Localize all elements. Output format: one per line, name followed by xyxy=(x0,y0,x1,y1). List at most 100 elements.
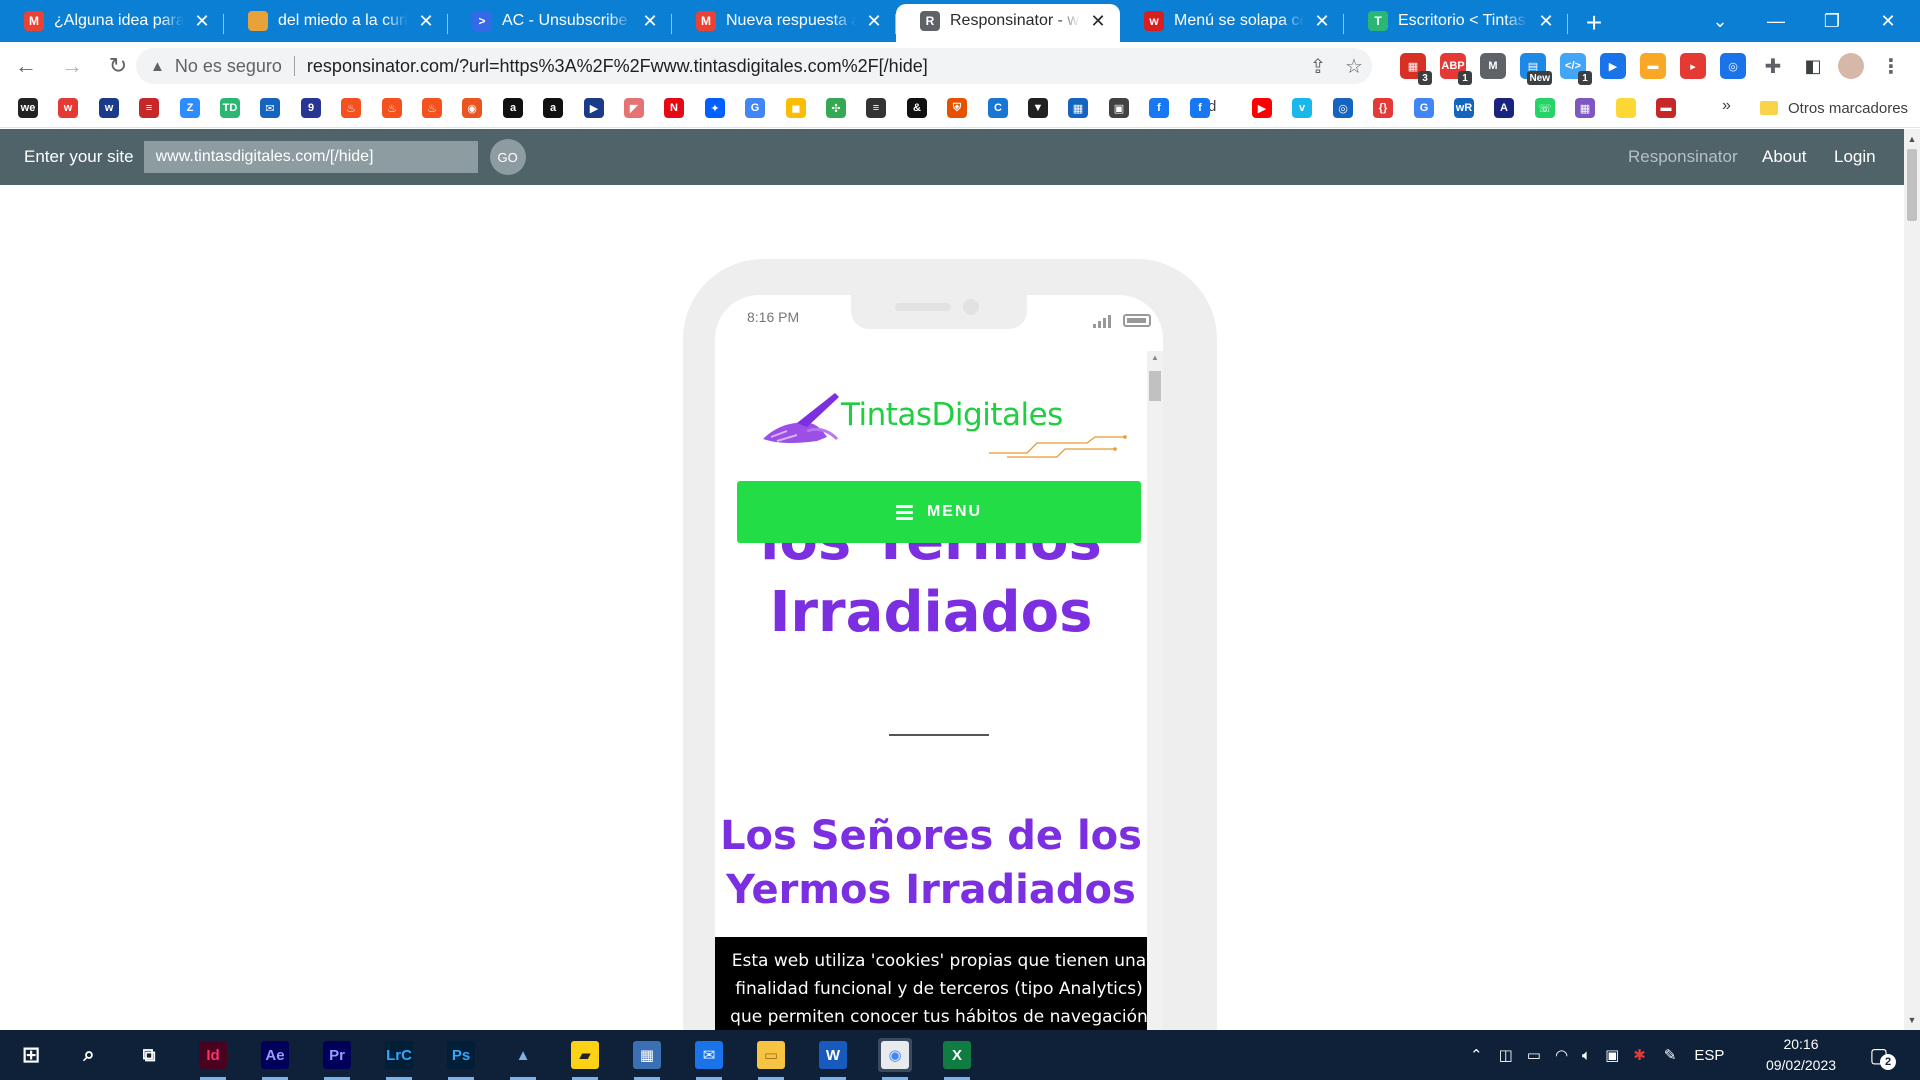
nav-about[interactable]: About xyxy=(1762,129,1806,185)
go-button[interactable]: GO xyxy=(489,139,526,175)
vimeo-bookmark-icon[interactable]: v xyxy=(1292,98,1312,118)
whatsapp-bookmark-icon[interactable]: ☏ xyxy=(1535,98,1555,118)
windows-start-icon[interactable]: ⊞ xyxy=(14,1038,48,1072)
file-explorer-app-icon[interactable]: ▭ xyxy=(754,1038,788,1080)
browser-tab[interactable]: > AC - Unsubscribe ✕ xyxy=(448,4,672,42)
chrome-app-icon[interactable]: ◉ xyxy=(878,1038,912,1080)
photoshop-app-icon[interactable]: Ps xyxy=(444,1038,478,1080)
word-app-icon[interactable]: W xyxy=(816,1038,850,1080)
mail-bookmark-icon[interactable]: ✉ xyxy=(260,98,280,118)
close-window-icon[interactable]: ✕ xyxy=(1860,0,1916,42)
tab-close-icon[interactable]: ✕ xyxy=(192,11,212,32)
bookmarks-overflow-icon[interactable]: » xyxy=(1722,97,1731,115)
url-text[interactable]: responsinator.com/?url=https%3A%2F%2Fwww… xyxy=(307,56,928,77)
play-bookmark-icon[interactable]: ▶ xyxy=(584,98,604,118)
toolbox-bookmark-icon[interactable]: ▬ xyxy=(1656,98,1676,118)
netflix-bookmark-icon[interactable]: N xyxy=(664,98,684,118)
scroll-down-arrow-icon[interactable]: ▼ xyxy=(1904,1012,1920,1028)
website-viewport[interactable]: TintasDigitales los Yermos Irradiados ME… xyxy=(715,351,1163,1079)
browser-menu-icon[interactable]: ⋮ xyxy=(1878,53,1904,79)
news-ext-icon[interactable]: ▤ New xyxy=(1520,53,1552,85)
facebook1-bookmark-icon[interactable]: f xyxy=(1149,98,1169,118)
site-scrollbar[interactable]: ▲ xyxy=(1147,351,1163,1079)
video-ext-icon[interactable]: ▶ xyxy=(1600,53,1626,79)
address-bar[interactable]: ▲ No es seguro responsinator.com/?url=ht… xyxy=(136,48,1372,84)
excel-app-icon[interactable]: X xyxy=(940,1038,974,1080)
translate-bookmark-icon[interactable]: G xyxy=(1414,98,1434,118)
site-scrollbar-thumb[interactable] xyxy=(1149,371,1161,401)
nav-responsinator[interactable]: Responsinator xyxy=(1628,129,1738,185)
nav-login[interactable]: Login xyxy=(1834,129,1876,185)
clipboard-tray-icon[interactable]: ▣ xyxy=(1605,1046,1619,1064)
affinity-app-icon[interactable]: ▲ xyxy=(506,1038,540,1080)
extensions-puzzle-icon[interactable]: ✚ xyxy=(1760,53,1786,79)
pen-workspace-icon[interactable]: ✎ xyxy=(1664,1046,1677,1064)
restore-window-icon[interactable]: ❐ xyxy=(1804,0,1860,42)
fire3-bookmark-icon[interactable]: ♨ xyxy=(422,98,442,118)
page-scrollbar-thumb[interactable] xyxy=(1907,149,1917,221)
aftereffects-app-icon[interactable]: Ae xyxy=(258,1038,292,1080)
show-hidden-icons-icon[interactable]: ⌃ xyxy=(1470,1046,1483,1064)
site-logo[interactable]: TintasDigitales xyxy=(757,387,1127,463)
input-language-label[interactable]: ESP xyxy=(1694,1047,1724,1064)
gmail-ext-icon[interactable]: M xyxy=(1480,53,1506,79)
youtube-bookmark-icon[interactable]: ▶ xyxy=(1252,98,1272,118)
bookmark-star-icon[interactable]: ☆ xyxy=(1342,54,1366,78)
new-tab-button[interactable]: + xyxy=(1574,4,1614,42)
circle-lines-bookmark-icon[interactable]: ≡ xyxy=(866,98,886,118)
image-bookmark-icon[interactable]: ▣ xyxy=(1109,98,1129,118)
reload-icon[interactable]: ↻ xyxy=(98,46,138,86)
browser-tab[interactable]: M Nueva respuesta a: M ✕ xyxy=(672,4,896,42)
tab-close-icon[interactable]: ✕ xyxy=(864,11,884,32)
post-subtitle[interactable]: Los Señores de los Yermos Irradiados xyxy=(715,809,1147,917)
amazon1-bookmark-icon[interactable]: a xyxy=(503,98,523,118)
bookmark-dark-icon[interactable]: ▼ xyxy=(1028,98,1048,118)
battery-tray-icon[interactable]: ▭ xyxy=(1527,1046,1541,1064)
grid-bookmark-icon[interactable]: ▦ xyxy=(1575,98,1595,118)
tab-close-icon[interactable]: ✕ xyxy=(1536,11,1556,32)
share-icon[interactable]: ⇪ xyxy=(1306,54,1330,78)
scroll-up-arrow-icon[interactable]: ▲ xyxy=(1904,131,1920,147)
sticky-notes-app-icon[interactable]: ▰ xyxy=(568,1038,602,1080)
google-bookmark-icon[interactable]: G xyxy=(745,98,765,118)
premiere-app-icon[interactable]: Pr xyxy=(320,1038,354,1080)
search-icon[interactable]: ⌕ xyxy=(72,1038,106,1072)
site-url-input[interactable] xyxy=(143,141,478,173)
mail-app-icon[interactable]: ✉ xyxy=(692,1038,726,1080)
red-corner-bookmark-icon[interactable]: ◤ xyxy=(624,98,644,118)
dropbox-bookmark-icon[interactable]: ✦ xyxy=(705,98,725,118)
wordreference-bookmark-icon[interactable]: wR xyxy=(1454,98,1474,118)
shield-bookmark-icon[interactable]: ⛨ xyxy=(947,98,967,118)
adblock-ext-icon[interactable]: ABP 1 xyxy=(1440,53,1472,85)
ring-bookmark-icon[interactable]: ◎ xyxy=(1333,98,1353,118)
tab-close-icon[interactable]: ✕ xyxy=(1088,11,1108,32)
wifi-icon[interactable]: ◠ xyxy=(1555,1046,1568,1064)
task-view-icon[interactable]: ⧉ xyxy=(132,1038,166,1072)
browser-tab[interactable]: M ¿Alguna idea para est ✕ xyxy=(0,4,224,42)
youtube-ext-icon[interactable]: ▸ xyxy=(1680,53,1706,79)
notifications-icon[interactable]: ▢ 2 xyxy=(1862,1038,1896,1072)
volume-icon[interactable]: 🔈︎ xyxy=(1582,1047,1591,1064)
ubuntu-bookmark-icon[interactable]: ◉ xyxy=(462,98,482,118)
sync-ext-icon[interactable]: ◎ xyxy=(1720,53,1746,79)
facebook2-bookmark-icon[interactable]: f xyxy=(1190,98,1210,118)
pocket-ext-icon[interactable]: ▬ xyxy=(1640,53,1666,79)
profile-avatar[interactable] xyxy=(1838,53,1864,79)
w-circle-bookmark-icon[interactable]: w xyxy=(99,98,119,118)
zoom-bookmark-icon[interactable]: Z xyxy=(180,98,200,118)
minimize-window-icon[interactable]: — xyxy=(1748,0,1804,42)
fire1-bookmark-icon[interactable]: ♨ xyxy=(341,98,361,118)
note-bookmark-icon[interactable] xyxy=(1616,98,1636,118)
other-bookmarks-folder[interactable]: Otros marcadores xyxy=(1760,96,1908,120)
we-bookmark-icon[interactable]: we xyxy=(18,98,38,118)
amazon2-bookmark-icon[interactable]: a xyxy=(543,98,563,118)
forward-arrow-icon[interactable]: → xyxy=(52,46,92,86)
browser-tab[interactable]: del miedo a la curiosi ✕ xyxy=(224,4,448,42)
taskbar-clock[interactable]: 20:16 09/02/2023 xyxy=(1762,1034,1840,1076)
page-scrollbar[interactable]: ▲ ▼ xyxy=(1904,129,1920,1030)
doc-bookmark-icon[interactable]: 9 xyxy=(301,98,321,118)
wattpad-bookmark-icon[interactable]: w xyxy=(58,98,78,118)
code-ext-icon[interactable]: </> 1 xyxy=(1560,53,1592,85)
antivirus-tray-icon[interactable]: ✱ xyxy=(1633,1046,1646,1064)
ampersand-bookmark-icon[interactable]: & xyxy=(907,98,927,118)
